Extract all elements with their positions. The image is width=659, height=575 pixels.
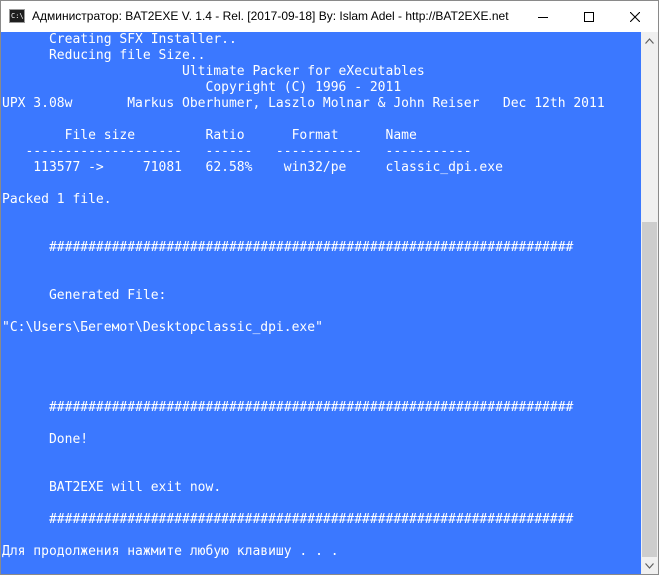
console-line: Copyright (C) 1996 - 2011 <box>2 80 402 95</box>
vertical-scrollbar[interactable] <box>641 32 658 574</box>
window-title: Администратор: BAT2EXE V. 1.4 - Rel. [20… <box>32 9 509 23</box>
console-line: Done! <box>2 432 89 447</box>
maximize-icon <box>584 11 594 22</box>
console-output-area[interactable]: Creating SFX Installer.. Reducing file S… <box>1 32 641 574</box>
console-line: Reducing file Size.. <box>2 48 206 63</box>
maximize-button[interactable] <box>566 1 612 32</box>
console-line: "C:\Users\Бегемот\Desktopclassic_dpi.exe… <box>2 320 323 335</box>
console-output: Creating SFX Installer.. Reducing file S… <box>1 32 641 560</box>
console-line: Generated File: <box>2 288 167 303</box>
scroll-up-button[interactable] <box>641 32 658 49</box>
scroll-up-arrow-icon <box>645 37 654 44</box>
title-bar[interactable]: C:\ Администратор: BAT2EXE V. 1.4 - Rel.… <box>1 1 658 32</box>
scroll-down-button[interactable] <box>641 557 658 574</box>
console-line: Ultimate Packer for eXecutables <box>2 64 425 79</box>
minimize-button[interactable] <box>520 1 566 32</box>
console-line: Для продолжения нажмите любую клавишу . … <box>2 544 339 559</box>
scroll-thumb[interactable] <box>642 222 657 557</box>
console-line: ########################################… <box>2 240 574 255</box>
minimize-icon <box>538 16 548 18</box>
scroll-down-arrow-icon <box>645 562 654 569</box>
console-line: File size Ratio Format Name <box>2 128 417 143</box>
console-window: C:\ Администратор: BAT2EXE V. 1.4 - Rel.… <box>0 0 659 575</box>
console-line: BAT2EXE will exit now. <box>2 480 222 495</box>
console-icon[interactable]: C:\ <box>9 9 25 23</box>
console-line: UPX 3.08w Markus Oberhumer, Laszlo Molna… <box>2 96 605 111</box>
console-line: 113577 -> 71081 62.58% win32/pe classic_… <box>2 160 503 175</box>
console-line: -------------------- ------ ----------- … <box>2 144 472 159</box>
console-line: Packed 1 file. <box>2 192 112 207</box>
close-button[interactable] <box>612 1 658 32</box>
console-line: ########################################… <box>2 400 574 415</box>
close-icon <box>630 11 640 22</box>
console-line: Creating SFX Installer.. <box>2 32 237 47</box>
console-line: ########################################… <box>2 512 574 527</box>
